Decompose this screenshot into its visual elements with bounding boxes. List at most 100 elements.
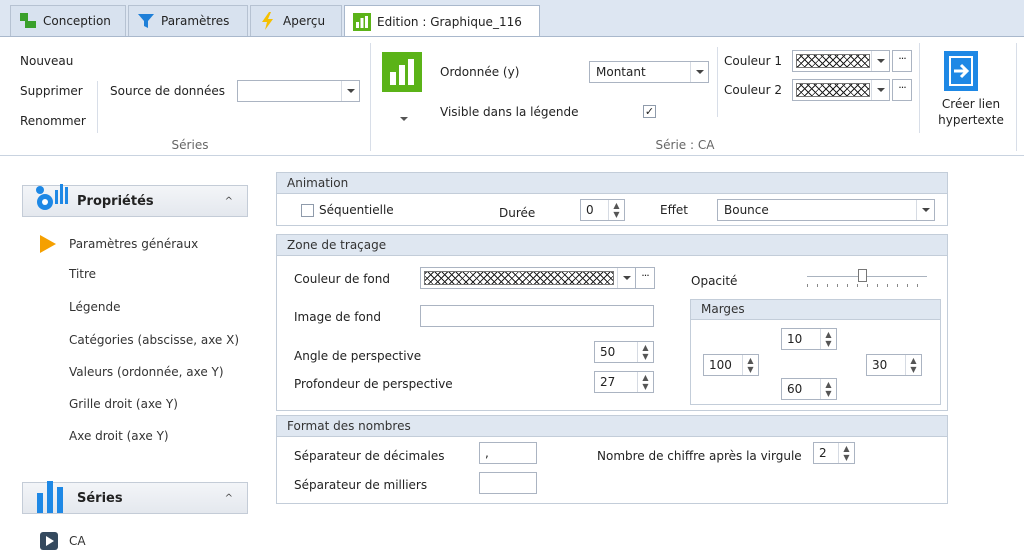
nav-item-right-grid[interactable]: Grille droit (axe Y) — [69, 397, 178, 411]
datasource-label: Source de données — [110, 84, 226, 98]
color1-label: Couleur 1 — [724, 54, 783, 68]
margin-left-stepper[interactable]: 100 ▲ ▼ — [703, 354, 759, 376]
divider — [919, 43, 920, 133]
effect-label: Effet — [660, 203, 688, 217]
color2-picker[interactable] — [792, 79, 890, 101]
perspective-angle-value: 50 — [600, 345, 616, 359]
slider-ticks — [807, 284, 927, 287]
conception-icon — [19, 12, 37, 30]
bgcolor-more-button[interactable]: ··· — [635, 267, 655, 289]
group-title-serie: Série : CA — [655, 138, 715, 152]
group-separator — [370, 43, 371, 151]
opacity-label: Opacité — [691, 274, 738, 288]
nav-item-title[interactable]: Titre — [69, 267, 96, 281]
decimal-separator-label: Séparateur de décimales — [294, 449, 445, 463]
perspective-depth-stepper[interactable]: 27 ▲ ▼ — [594, 371, 654, 393]
duration-value: 0 — [586, 203, 594, 217]
color2-swatch — [796, 83, 870, 97]
properties-icon — [33, 180, 71, 217]
sequential-checkbox[interactable] — [301, 204, 314, 217]
color2-more-button[interactable]: ··· — [892, 79, 912, 101]
color1-picker[interactable] — [792, 50, 890, 72]
visible-legend-checkbox[interactable]: ✓ — [643, 105, 656, 118]
nav-item-general-settings[interactable]: Paramètres généraux — [69, 237, 198, 251]
ribbon-tabstrip: Conception Paramètres Aperçu Edition : G… — [0, 0, 1024, 37]
margin-top-stepper[interactable]: 10 ▲ ▼ — [781, 328, 837, 350]
effect-combo[interactable]: Bounce — [717, 199, 935, 221]
margin-right-stepper[interactable]: 30 ▲ ▼ — [866, 354, 922, 376]
series-chart-icon — [35, 473, 69, 516]
decimal-separator-field[interactable]: , — [479, 442, 537, 464]
create-hyperlink-button[interactable]: Créer lien hypertexte — [925, 43, 1015, 143]
ribbon: Nouveau Supprimer Renommer Source de don… — [0, 36, 1024, 156]
plot-area-title: Zone de traçage — [277, 235, 947, 256]
margin-bottom-value: 60 — [787, 382, 803, 396]
properties-header[interactable]: Propriétés ^ — [22, 184, 248, 217]
new-series-button[interactable]: Nouveau — [20, 54, 73, 68]
digits-stepper[interactable]: 2 ▲ ▼ — [813, 442, 855, 464]
spin-arrows-icon[interactable]: ▲ ▼ — [742, 355, 758, 375]
ordinate-label: Ordonnée (y) — [440, 65, 520, 79]
nav-item-right-axis[interactable]: Axe droit (axe Y) — [69, 429, 169, 443]
datasource-combo[interactable] — [237, 80, 360, 102]
margin-bottom-stepper[interactable]: 60 ▲ ▼ — [781, 378, 837, 400]
perspective-angle-stepper[interactable]: 50 ▲ ▼ — [594, 341, 654, 363]
spin-arrows-icon[interactable]: ▲ ▼ — [905, 355, 921, 375]
tab-edition-graphique[interactable]: Edition : Graphique_116 — [344, 5, 540, 37]
color2-label: Couleur 2 — [724, 83, 783, 97]
thousands-separator-label: Séparateur de milliers — [294, 478, 428, 492]
hyperlink-icon — [944, 51, 978, 91]
digits-value: 2 — [819, 446, 827, 460]
rename-series-button[interactable]: Renommer — [20, 114, 86, 128]
slider-thumb[interactable] — [858, 269, 867, 282]
chevron-up-icon[interactable]: ^ — [225, 493, 233, 504]
spin-arrows-icon[interactable]: ▲ ▼ — [608, 200, 624, 220]
duration-stepper[interactable]: 0 ▲ ▼ — [580, 199, 625, 221]
series-header[interactable]: Séries ^ — [22, 481, 248, 514]
chart-icon — [353, 12, 371, 31]
tab-apercu[interactable]: Aperçu — [250, 5, 342, 36]
ordinate-combo[interactable]: Montant — [589, 61, 709, 83]
chevron-down-icon[interactable] — [871, 51, 889, 71]
group-title-series: Séries — [171, 138, 209, 152]
bgimage-field[interactable] — [420, 305, 654, 327]
bgcolor-swatch — [424, 271, 614, 285]
plot-area-section: Zone de traçage Couleur de fond ··· Opac… — [276, 234, 948, 411]
series-play-icon — [40, 532, 58, 550]
opacity-slider[interactable] — [807, 269, 927, 291]
tab-parametres[interactable]: Paramètres — [128, 5, 248, 36]
series-item-ca[interactable]: CA — [69, 534, 86, 548]
bgimage-label: Image de fond — [294, 310, 381, 324]
delete-series-button[interactable]: Supprimer — [20, 84, 83, 98]
number-format-title: Format des nombres — [277, 416, 947, 437]
chart-type-dropdown-arrow[interactable] — [400, 117, 408, 121]
nav-item-categories[interactable]: Catégories (abscisse, axe X) — [69, 333, 239, 347]
spin-arrows-icon[interactable]: ▲ ▼ — [637, 342, 653, 362]
animation-title: Animation — [277, 173, 947, 194]
digits-label: Nombre de chiffre après la virgule — [597, 449, 802, 463]
chevron-down-icon[interactable] — [871, 80, 889, 100]
left-navigation-panel: Propriétés ^ Paramètres généraux Titre L… — [0, 157, 260, 558]
chevron-down-icon[interactable] — [690, 62, 708, 82]
chevron-down-icon[interactable] — [617, 268, 635, 288]
thousands-separator-field[interactable] — [479, 472, 537, 494]
properties-title: Propriétés — [77, 193, 154, 209]
spin-arrows-icon[interactable]: ▲ ▼ — [838, 443, 854, 463]
spin-arrows-icon[interactable]: ▲ ▼ — [820, 329, 836, 349]
bar-chart-type-icon[interactable] — [382, 52, 422, 92]
chevron-down-icon[interactable] — [341, 81, 359, 101]
spin-arrows-icon[interactable]: ▲ ▼ — [637, 372, 653, 392]
bgcolor-picker[interactable] — [420, 267, 636, 289]
chevron-up-icon[interactable]: ^ — [225, 196, 233, 207]
chevron-down-icon[interactable] — [916, 200, 934, 220]
nav-item-legend[interactable]: Légende — [69, 300, 120, 314]
hyperlink-label-line1: Créer lien — [941, 97, 1001, 111]
color1-more-button[interactable]: ··· — [892, 50, 912, 72]
spin-arrows-icon[interactable]: ▲ ▼ — [820, 379, 836, 399]
tab-conception[interactable]: Conception — [10, 5, 126, 36]
nav-item-values[interactable]: Valeurs (ordonnée, axe Y) — [69, 365, 224, 379]
ordinate-value: Montant — [596, 65, 646, 79]
duration-label: Durée — [499, 206, 536, 220]
visible-legend-label: Visible dans la légende — [440, 105, 579, 119]
margin-top-value: 10 — [787, 332, 803, 346]
